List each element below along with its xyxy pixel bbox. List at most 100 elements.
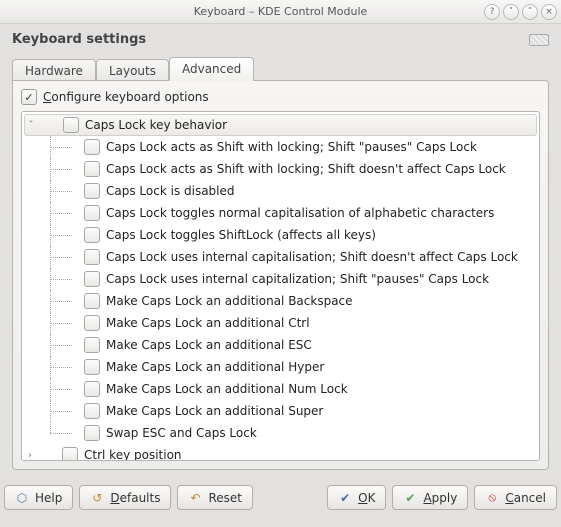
tree-connector (42, 400, 78, 422)
item-label: Caps Lock acts as Shift with locking; Sh… (106, 140, 477, 154)
tree-item[interactable]: Swap ESC and Caps Lock (24, 422, 537, 444)
item-checkbox[interactable] (84, 337, 100, 353)
page-header: Keyboard settings (12, 32, 549, 47)
tree-connector (42, 356, 78, 378)
help-label: Help (35, 491, 62, 505)
page-title: Keyboard settings (12, 32, 146, 47)
tab-advanced[interactable]: Advanced (169, 57, 254, 81)
item-label: Caps Lock toggles normal capitalisation … (106, 206, 494, 220)
item-checkbox[interactable] (84, 315, 100, 331)
minimize-button[interactable]: ˅ (503, 4, 519, 20)
tree-connector (42, 290, 78, 312)
dialog-buttons: ⬡ Help ↺ Defaults ↶ Reset ✔ OK ✔ Apply ⦸… (0, 485, 561, 510)
cancel-label: Cancel (505, 491, 546, 505)
tree-group-capslock[interactable]: ˅ Caps Lock key behavior (24, 114, 537, 136)
tree-item[interactable]: Caps Lock toggles normal capitalisation … (24, 202, 537, 224)
item-label: Caps Lock toggles ShiftLock (affects all… (106, 228, 376, 242)
tree-connector (42, 312, 78, 334)
group-checkbox[interactable] (62, 447, 78, 461)
tree-connector (42, 136, 78, 158)
item-label: Caps Lock uses internal capitalization; … (106, 272, 489, 286)
apply-label: Apply (423, 491, 457, 505)
item-checkbox[interactable] (84, 205, 100, 221)
ok-label: OK (358, 491, 375, 505)
advanced-panel: Configure keyboard options ˅ Caps Lock ke… (12, 80, 549, 470)
group-checkbox[interactable] (63, 117, 79, 133)
item-label: Caps Lock acts as Shift with locking; Sh… (106, 162, 506, 176)
window-controls: ? ˅ ˄ × (484, 4, 557, 20)
tree-item[interactable]: Make Caps Lock an additional ESC (24, 334, 537, 356)
tree-item[interactable]: Caps Lock uses internal capitalization; … (24, 268, 537, 290)
tree-item[interactable]: Make Caps Lock an additional Ctrl (24, 312, 537, 334)
cancel-icon: ⦸ (485, 491, 499, 505)
item-checkbox[interactable] (84, 139, 100, 155)
tree-connector (42, 180, 78, 202)
tab-bar: Hardware Layouts Advanced (12, 57, 549, 81)
item-checkbox[interactable] (84, 227, 100, 243)
chevron-right-icon[interactable]: › (24, 450, 36, 461)
apply-button[interactable]: ✔ Apply (392, 485, 468, 510)
reset-label: Reset (208, 491, 242, 505)
tree-connector (42, 378, 78, 400)
maximize-button[interactable]: ˄ (522, 4, 538, 20)
configure-checkbox[interactable] (21, 89, 37, 105)
chevron-down-icon[interactable]: ˅ (25, 120, 37, 131)
configure-option-row: Configure keyboard options (21, 89, 540, 105)
tree-item[interactable]: Make Caps Lock an additional Super (24, 400, 537, 422)
tree-group-ctrl[interactable]: ›Ctrl key position (24, 444, 537, 461)
tree-connector (42, 422, 78, 444)
cancel-button[interactable]: ⦸ Cancel (474, 485, 557, 510)
whatsthis-button[interactable]: ? (484, 4, 500, 20)
tree-item[interactable]: Caps Lock acts as Shift with locking; Sh… (24, 136, 537, 158)
defaults-button[interactable]: ↺ Defaults (79, 485, 171, 510)
item-label: Make Caps Lock an additional Ctrl (106, 316, 310, 330)
tree-item[interactable]: Caps Lock is disabled (24, 180, 537, 202)
ok-icon: ✔ (338, 491, 352, 505)
content-area: Keyboard settings Hardware Layouts Advan… (0, 24, 561, 479)
group-label: Caps Lock key behavior (85, 118, 227, 132)
tree-connector (42, 268, 78, 290)
tree-connector (42, 158, 78, 180)
defaults-label: Defaults (110, 491, 160, 505)
item-label: Caps Lock uses internal capitalisation; … (106, 250, 518, 264)
reset-icon: ↶ (188, 491, 202, 505)
item-label: Make Caps Lock an additional Num Lock (106, 382, 348, 396)
item-checkbox[interactable] (84, 293, 100, 309)
item-label: Make Caps Lock an additional Hyper (106, 360, 324, 374)
tree-connector (42, 202, 78, 224)
tree-item[interactable]: Make Caps Lock an additional Hyper (24, 356, 537, 378)
tree-connector (42, 334, 78, 356)
options-tree[interactable]: ˅ Caps Lock key behavior Caps Lock acts as… (21, 111, 540, 461)
item-checkbox[interactable] (84, 381, 100, 397)
tab-layouts[interactable]: Layouts (96, 59, 169, 82)
tree-connector (42, 224, 78, 246)
reset-button[interactable]: ↶ Reset (177, 485, 253, 510)
tree-item[interactable]: Make Caps Lock an additional Backspace (24, 290, 537, 312)
titlebar: Keyboard – KDE Control Module ? ˅ ˄ × (0, 0, 561, 24)
configure-label: Configure keyboard options (43, 90, 209, 104)
item-checkbox[interactable] (84, 425, 100, 441)
ok-button[interactable]: ✔ OK (327, 485, 386, 510)
item-checkbox[interactable] (84, 271, 100, 287)
apply-icon: ✔ (403, 491, 417, 505)
item-checkbox[interactable] (84, 359, 100, 375)
close-button[interactable]: × (541, 4, 557, 20)
tab-hardware[interactable]: Hardware (12, 59, 96, 82)
help-icon: ⬡ (15, 491, 29, 505)
tree-item[interactable]: Caps Lock toggles ShiftLock (affects all… (24, 224, 537, 246)
help-button[interactable]: ⬡ Help (4, 485, 73, 510)
item-label: Make Caps Lock an additional Backspace (106, 294, 353, 308)
tree-item[interactable]: Caps Lock uses internal capitalisation; … (24, 246, 537, 268)
item-checkbox[interactable] (84, 183, 100, 199)
item-label: Swap ESC and Caps Lock (106, 426, 257, 440)
tree-item[interactable]: Make Caps Lock an additional Num Lock (24, 378, 537, 400)
tree-item[interactable]: Caps Lock acts as Shift with locking; Sh… (24, 158, 537, 180)
item-checkbox[interactable] (84, 161, 100, 177)
item-label: Make Caps Lock an additional ESC (106, 338, 312, 352)
item-label: Caps Lock is disabled (106, 184, 235, 198)
item-checkbox[interactable] (84, 403, 100, 419)
keyboard-icon (529, 34, 549, 46)
item-checkbox[interactable] (84, 249, 100, 265)
defaults-icon: ↺ (90, 491, 104, 505)
item-label: Make Caps Lock an additional Super (106, 404, 323, 418)
